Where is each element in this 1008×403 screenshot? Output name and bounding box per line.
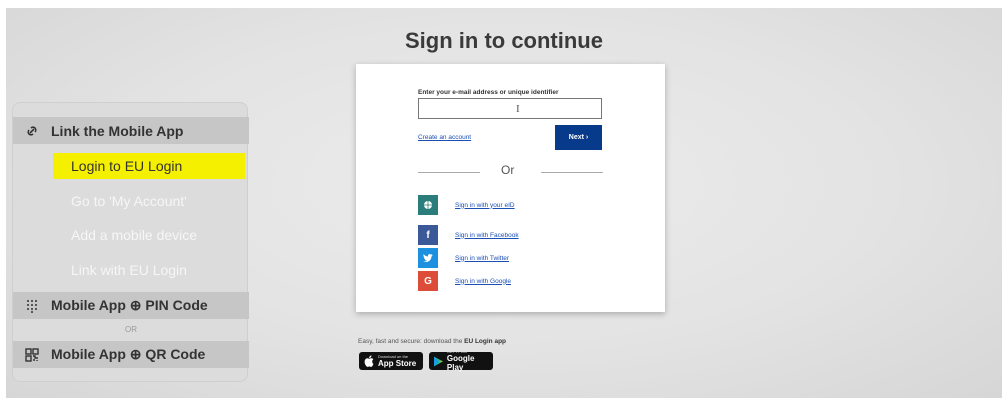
play-icon bbox=[434, 356, 443, 366]
qr-code-icon bbox=[13, 347, 51, 362]
twitter-login-button[interactable]: Sign in with Twitter bbox=[418, 248, 509, 268]
eid-login-button[interactable]: Sign in with your eID bbox=[418, 195, 515, 215]
google-login-label: Sign in with Google bbox=[455, 277, 512, 285]
divider-left bbox=[418, 172, 480, 173]
text-cursor-icon: I bbox=[516, 103, 520, 115]
next-button[interactable]: Next › bbox=[555, 125, 602, 150]
facebook-icon: f bbox=[418, 225, 438, 245]
section-label: Mobile App ⊕ QR Code bbox=[51, 346, 206, 362]
link-icon bbox=[13, 124, 51, 138]
email-field[interactable] bbox=[418, 98, 602, 119]
promo-app-name: EU Login app bbox=[464, 338, 507, 345]
section-pin-code[interactable]: Mobile App ⊕ PIN Code bbox=[13, 292, 249, 319]
twitter-icon bbox=[418, 248, 438, 268]
keypad-icon bbox=[13, 299, 51, 313]
create-account-link[interactable]: Create an account bbox=[418, 134, 471, 141]
step-add-mobile-device[interactable]: Add a mobile device bbox=[53, 222, 245, 248]
app-store-badge[interactable]: Download on the App Store bbox=[359, 352, 423, 370]
globe-icon bbox=[418, 195, 438, 215]
tutorial-panel: Link the Mobile App Login to EU Login Go… bbox=[12, 102, 249, 382]
or-label: Or bbox=[501, 163, 515, 177]
facebook-login-button[interactable]: f Sign in with Facebook bbox=[418, 225, 519, 245]
twitter-login-label: Sign in with Twitter bbox=[455, 254, 510, 262]
facebook-login-label: Sign in with Facebook bbox=[455, 231, 519, 239]
section-link-mobile-app[interactable]: Link the Mobile App bbox=[13, 117, 249, 144]
step-link-with-eu-login[interactable]: Link with EU Login bbox=[53, 257, 245, 283]
or-separator: OR bbox=[125, 325, 137, 334]
section-label: Mobile App ⊕ PIN Code bbox=[51, 297, 208, 313]
google-play-badge[interactable]: GET IT ON Google Play bbox=[429, 350, 493, 372]
app-store-big-text: App Store bbox=[378, 358, 417, 368]
section-label: Link the Mobile App bbox=[51, 122, 184, 139]
google-play-big-text: Google Play bbox=[446, 354, 475, 372]
google-icon: G bbox=[418, 271, 438, 291]
app-promo-text: Easy, fast and secure: download the EU L… bbox=[358, 338, 506, 345]
login-card: Enter your e-mail address or unique iden… bbox=[356, 64, 665, 312]
divider-right bbox=[541, 172, 603, 173]
google-login-button[interactable]: G Sign in with Google bbox=[418, 271, 511, 291]
email-field-label: Enter your e-mail address or unique iden… bbox=[418, 89, 559, 96]
apple-icon bbox=[364, 355, 374, 367]
page-title: Sign in to continue bbox=[405, 28, 603, 53]
section-qr-code[interactable]: Mobile App ⊕ QR Code bbox=[13, 341, 249, 368]
step-go-to-my-account[interactable]: Go to 'My Account' bbox=[53, 188, 245, 214]
eid-login-label: Sign in with your eID bbox=[455, 201, 515, 209]
promo-text: Easy, fast and secure: download the bbox=[358, 338, 465, 345]
step-login-eu-login[interactable]: Login to EU Login bbox=[53, 153, 245, 179]
